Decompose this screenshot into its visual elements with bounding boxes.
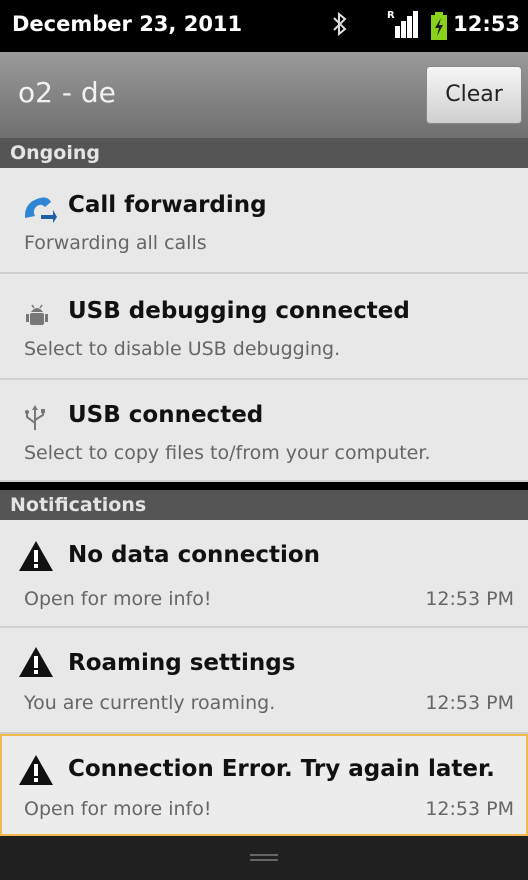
notification-time: 12:53 PM xyxy=(425,798,514,820)
notification-connection-error[interactable]: Connection Error. Try again later. Open … xyxy=(0,734,528,836)
notification-title: Connection Error. Try again later. xyxy=(68,756,495,782)
notification-subtitle: Open for more info! xyxy=(24,798,212,820)
notification-title: Call forwarding xyxy=(68,192,267,218)
bluetooth-icon xyxy=(333,11,347,37)
section-notifications: Notifications xyxy=(0,490,528,520)
roaming-badge: R xyxy=(387,10,395,21)
notification-subtitle: You are currently roaming. xyxy=(24,692,276,714)
warning-icon xyxy=(19,541,53,571)
notification-call-forwarding[interactable]: Call forwarding Forwarding all calls xyxy=(0,168,528,274)
notification-usb-connected[interactable]: USB connected Select to copy files to/fr… xyxy=(0,380,528,482)
notification-title: USB connected xyxy=(68,402,264,428)
notification-title: Roaming settings xyxy=(68,650,296,676)
signal-icon: R xyxy=(387,10,418,38)
status-time: 12:53 xyxy=(453,12,520,36)
drag-handle[interactable] xyxy=(250,854,278,862)
notification-subtitle: Select to copy files to/from your comput… xyxy=(24,442,431,464)
usb-icon xyxy=(25,405,45,430)
section-ongoing: Ongoing xyxy=(0,138,528,168)
notification-time: 12:53 PM xyxy=(425,692,514,714)
status-date: December 23, 2011 xyxy=(12,12,243,36)
notification-subtitle: Open for more info! xyxy=(24,588,212,610)
notification-no-data[interactable]: No data connection Open for more info! 1… xyxy=(0,520,528,628)
notification-roaming[interactable]: Roaming settings You are currently roami… xyxy=(0,628,528,734)
notification-title: No data connection xyxy=(68,542,321,568)
android-debug-icon xyxy=(26,304,48,325)
shade-bottom-bar xyxy=(0,836,528,880)
notification-subtitle: Forwarding all calls xyxy=(24,232,207,254)
call-forwarding-icon xyxy=(24,197,57,223)
carrier-name: o2 - de xyxy=(18,76,116,109)
notification-header: o2 - de Clear xyxy=(0,52,528,138)
notification-title: USB debugging connected xyxy=(68,298,410,324)
notification-time: 12:53 PM xyxy=(425,588,514,610)
battery-charging-icon xyxy=(431,12,447,40)
notification-subtitle: Select to disable USB debugging. xyxy=(24,338,341,360)
notification-usb-debugging[interactable]: USB debugging connected Select to disabl… xyxy=(0,274,528,380)
warning-icon xyxy=(19,755,53,785)
status-bar: December 23, 2011 R 12:53 xyxy=(0,0,528,52)
warning-icon xyxy=(19,647,53,677)
clear-button[interactable]: Clear xyxy=(426,66,522,124)
